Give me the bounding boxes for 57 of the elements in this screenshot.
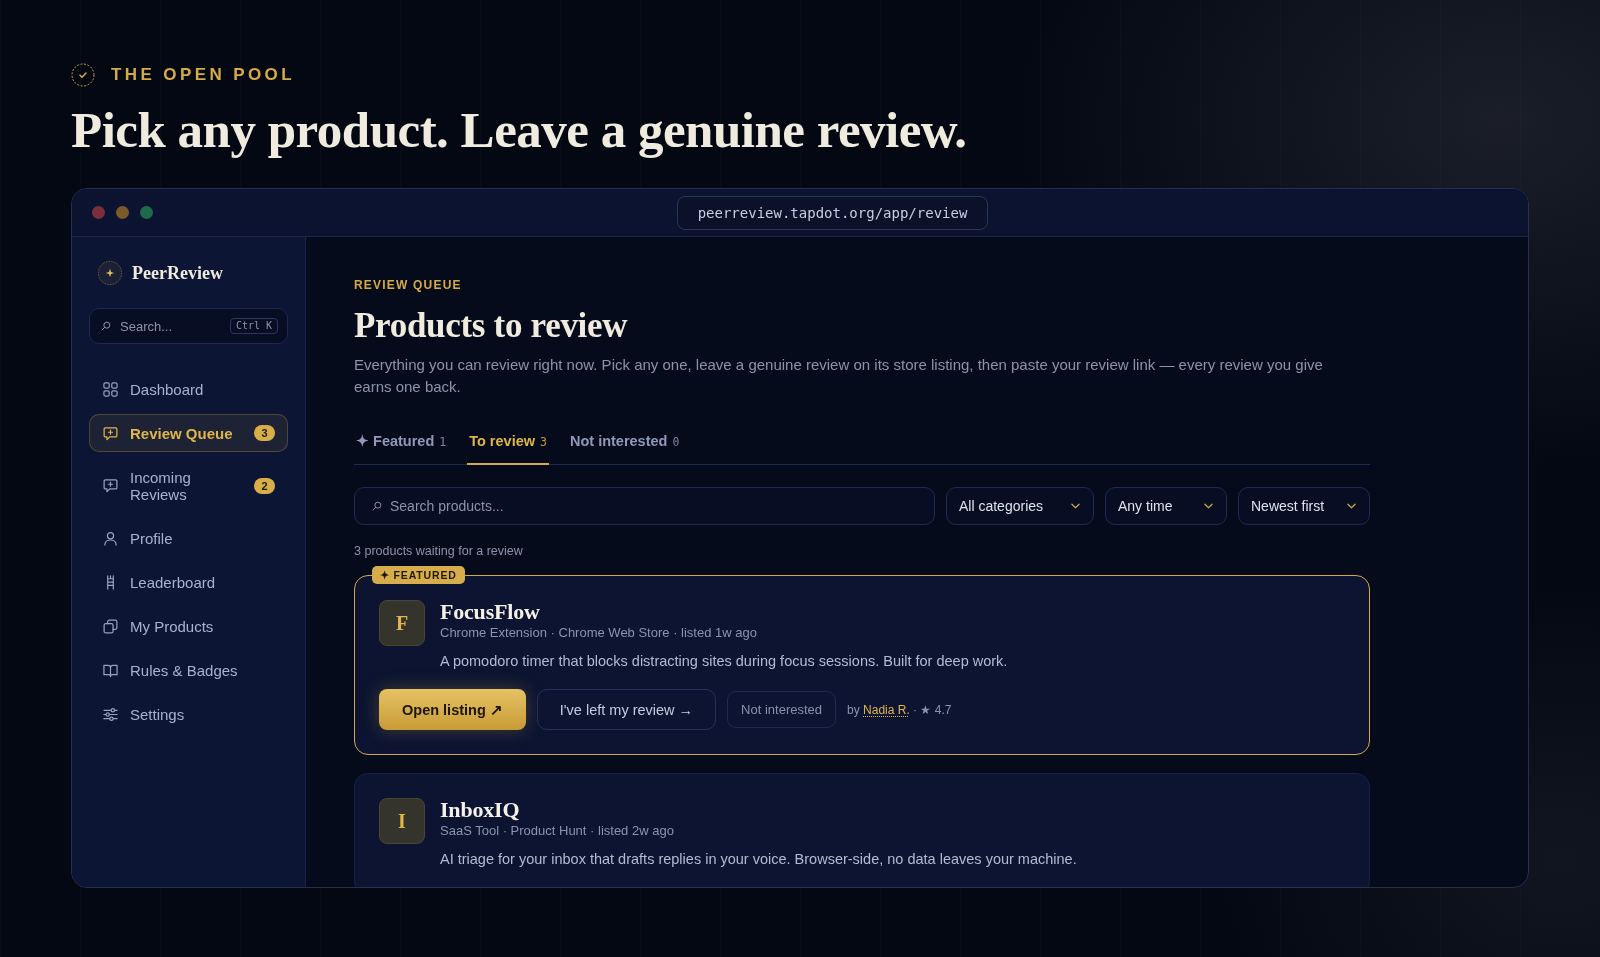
sidebar-nav-item[interactable]: Incoming Reviews 2 [89, 458, 288, 513]
copy-icon [103, 618, 118, 634]
chat-plus-icon [103, 425, 118, 441]
grid-icon [103, 381, 118, 397]
brand-name: PeerReview [132, 262, 223, 284]
search-icon [101, 321, 111, 331]
hero-title: Pick any product. Leave a genuine review. [71, 101, 967, 160]
chevron-down-icon [1071, 503, 1080, 509]
window-minimize-dot-icon[interactable] [116, 206, 129, 219]
sidebar-nav-item[interactable]: Profile [89, 519, 288, 557]
product-initial-tile: I [379, 798, 425, 844]
sliders-icon [103, 706, 118, 722]
eyebrow-text: THE OPEN POOL [111, 65, 295, 85]
window-close-dot-icon[interactable] [92, 206, 105, 219]
open-listing-button[interactable]: Open listing ↗ [379, 689, 526, 730]
product-name: InboxIQ [440, 798, 521, 822]
chevron-down-icon [1204, 503, 1213, 509]
user-icon [103, 530, 118, 546]
result-count: 3 products waiting for a review [354, 543, 524, 559]
filter-dropdown[interactable]: All categories [946, 487, 1094, 525]
sidebar-nav-item[interactable]: Leaderboard [89, 563, 288, 601]
filter-tab[interactable]: To review 3 [467, 432, 549, 465]
filter-tab[interactable]: ✦ Featured 1 [354, 432, 449, 465]
sidebar-nav-item[interactable]: Settings [89, 695, 288, 733]
review-done-button[interactable]: I've left my review → [536, 689, 717, 730]
product-meta: Chrome Extension · Chrome Web Store · listed 1w ago [440, 624, 758, 642]
window-maximize-dot-icon[interactable] [140, 206, 153, 219]
filter-tab[interactable]: Not interested 0 [567, 432, 682, 465]
featured-badge: ✦ FEATURED [372, 566, 465, 584]
count-badge: 2 [254, 477, 275, 494]
page-description: Everything you can review right now. Pick any one, leave a genuine review on its store listing, then paste your review link — every review you give earns one back. [354, 355, 1324, 397]
sparkle-logo-icon [97, 260, 123, 286]
product-name: FocusFlow [440, 600, 541, 624]
sidebar-nav-item[interactable]: Review Queue 3 [89, 414, 288, 452]
book-icon [103, 662, 118, 678]
not-interested-button[interactable]: Not interested [727, 691, 837, 728]
author-link[interactable]: Nadia R. [863, 702, 910, 717]
filter-dropdown[interactable]: Any time [1105, 487, 1227, 525]
section-eyebrow: REVIEW QUEUE [354, 277, 463, 293]
product-search-field[interactable]: Search products... [354, 487, 935, 525]
filter-dropdown[interactable]: Newest first [1238, 487, 1370, 525]
product-description: AI triage for your inbox that drafts replies in your voice. Browser-side, no data leaves your machine. [440, 850, 1077, 869]
sidebar-nav-item[interactable]: Rules & Badges [89, 651, 288, 689]
count-badge: 3 [254, 425, 275, 441]
address-bar[interactable]: peerreview.tapdot.org/app/review [676, 195, 989, 230]
chat-plus-icon [103, 478, 118, 493]
author-byline: by Nadia R. · ★ 4.7 [847, 702, 952, 717]
sidebar-nav-item[interactable]: Dashboard [89, 370, 288, 408]
search-icon [372, 501, 382, 511]
product-meta: SaaS Tool · Product Hunt · listed 2w ago [440, 822, 675, 840]
keyboard-shortcut: Ctrl K [229, 318, 278, 334]
chevron-down-icon [1347, 503, 1356, 509]
page-title: Products to review [354, 306, 629, 346]
product-description: A pomodoro timer that blocks distracting sites during focus sessions. Built for deep work. [440, 652, 1008, 671]
sidebar-nav-item[interactable]: My Products [89, 607, 288, 645]
product-initial-tile: F [379, 600, 425, 646]
check-circle-icon [71, 63, 95, 87]
